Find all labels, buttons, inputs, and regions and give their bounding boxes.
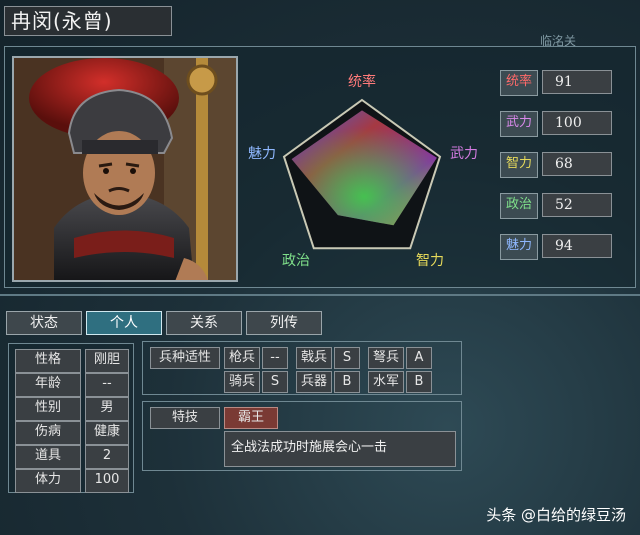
- unit-siege: 兵器: [296, 371, 332, 393]
- grade-spear: --: [262, 347, 288, 369]
- radar-label-charm: 魅力: [248, 146, 276, 162]
- radar-label-command: 统率: [348, 73, 376, 90]
- stat-label: 魅力: [500, 234, 538, 260]
- unit-halberd: 戟兵: [296, 347, 332, 369]
- info-value-items: 2: [85, 445, 129, 469]
- tab-personal[interactable]: 个人: [86, 311, 162, 335]
- skill-name-badge[interactable]: 霸王: [224, 407, 278, 429]
- stat-value: 91: [542, 70, 612, 94]
- grade-cavalry: S: [262, 371, 288, 393]
- stat-row-politics: 政治 52: [496, 193, 622, 219]
- stat-row-charm: 魅力 94: [496, 234, 622, 260]
- grade-siege: B: [334, 371, 360, 393]
- portrait-illustration: [14, 58, 236, 280]
- stat-row-force: 武力 100: [496, 111, 622, 137]
- personal-info-table: 性格 刚胆 年龄 -- 性别 男 伤病 健康 道具 2 体力 100: [8, 343, 134, 493]
- skill-title: 特技: [150, 407, 220, 429]
- info-value-gender: 男: [85, 397, 129, 421]
- stat-value: 100: [542, 111, 612, 135]
- stat-row-intelligence: 智力 68: [496, 152, 622, 178]
- grade-halberd: S: [334, 347, 360, 369]
- tab-biography[interactable]: 列传: [246, 311, 322, 335]
- attribute-radar-chart: 统率 武力 智力 政治 魅力: [242, 52, 482, 284]
- grade-crossbow: A: [406, 347, 432, 369]
- info-label-personality: 性格: [15, 349, 81, 373]
- grade-navy: B: [406, 371, 432, 393]
- stat-value: 68: [542, 152, 612, 176]
- info-value-personality: 刚胆: [85, 349, 129, 373]
- stat-label: 统率: [500, 70, 538, 96]
- info-value-stamina: 100: [85, 469, 129, 493]
- info-value-age: --: [85, 373, 129, 397]
- tab-status[interactable]: 状态: [6, 311, 82, 335]
- tab-relations[interactable]: 关系: [166, 311, 242, 335]
- unit-spear: 枪兵: [224, 347, 260, 369]
- stat-label: 政治: [500, 193, 538, 219]
- info-label-injury: 伤病: [15, 421, 81, 445]
- info-label-stamina: 体力: [15, 469, 81, 493]
- section-divider: [0, 294, 640, 296]
- radar-label-intelligence: 智力: [416, 253, 444, 269]
- aptitude-skill-panel: 兵种适性 枪兵 -- 戟兵 S 弩兵 A 骑兵 S 兵器 B 水军 B 特技 霸…: [142, 341, 462, 471]
- stat-row-command: 统率 91: [496, 70, 622, 96]
- stat-value: 52: [542, 193, 612, 217]
- character-portrait: [12, 56, 238, 282]
- info-label-gender: 性别: [15, 397, 81, 421]
- info-label-items: 道具: [15, 445, 81, 469]
- unit-navy: 水军: [368, 371, 404, 393]
- stats-panel: 统率 91 武力 100 智力 68 政治 52 魅力 94: [496, 70, 622, 275]
- radar-label-politics: 政治: [282, 253, 310, 269]
- stat-label: 武力: [500, 111, 538, 137]
- stat-value: 94: [542, 234, 612, 258]
- radar-label-force: 武力: [450, 146, 478, 162]
- skill-description: 全战法成功时施展会心一击: [224, 431, 456, 467]
- unit-cavalry: 骑兵: [224, 371, 260, 393]
- unit-crossbow: 弩兵: [368, 347, 404, 369]
- info-value-injury: 健康: [85, 421, 129, 445]
- aptitude-title: 兵种适性: [150, 347, 220, 369]
- character-name: 冉闵(永曾): [4, 6, 172, 36]
- info-label-age: 年龄: [15, 373, 81, 397]
- stat-label: 智力: [500, 152, 538, 178]
- watermark-text: 头条 @白给的绿豆汤: [486, 506, 626, 524]
